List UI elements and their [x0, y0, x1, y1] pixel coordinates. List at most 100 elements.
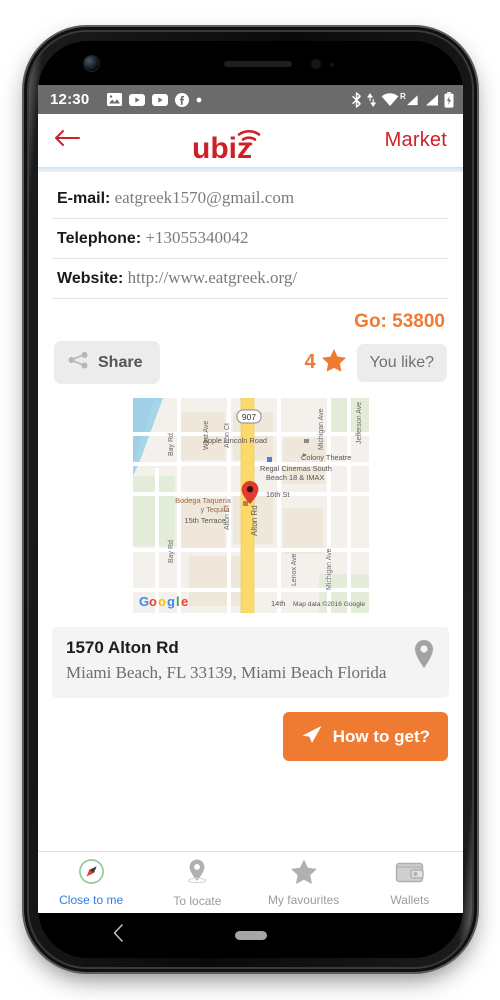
home-pill-icon[interactable]: [234, 931, 267, 940]
status-bar: 12:30 R: [38, 85, 463, 114]
contact-row-website[interactable]: Website: http://www.eatgreek.org/: [52, 259, 449, 299]
logo-text: ubiz: [192, 132, 252, 161]
dot-icon: [196, 97, 202, 103]
go-counter: Go: 53800: [354, 311, 445, 332]
detail-content: E-mail: eatgreek1570@gmail.com Telephone…: [38, 172, 463, 913]
address-card: 1570 Alton Rd Miami Beach, FL 33139, Mia…: [52, 627, 449, 699]
telephone-label: Telephone:: [57, 230, 142, 247]
svg-text:907: 907: [241, 412, 255, 422]
how-to-get-button[interactable]: How to get?: [282, 712, 448, 762]
status-bar-right: R: [351, 91, 454, 108]
signal-icon: [424, 93, 439, 107]
map-thumbnail[interactable]: 907 West Ave Alton Ct Alton Ct Bay Rd Ba…: [132, 398, 369, 613]
tab-label-wallets: Wallets: [390, 892, 430, 907]
status-bar-clock: 12:30: [50, 91, 90, 108]
svg-text:G: G: [139, 594, 149, 609]
address-subtitle: Miami Beach, FL 33139, Miami Beach Flori…: [66, 663, 387, 682]
svg-text:Bay Rd: Bay Rd: [168, 540, 175, 563]
svg-text:Michigan Ave: Michigan Ave: [318, 408, 325, 450]
email-value[interactable]: eatgreek1570@gmail.com: [115, 188, 294, 207]
wifi-icon: [381, 92, 399, 107]
how-to-get-row: How to get?: [52, 698, 449, 762]
svg-text:Bay Rd: Bay Rd: [168, 433, 175, 456]
google-watermark: G o o g l e: [139, 594, 188, 609]
svg-text:l: l: [176, 594, 180, 609]
contact-info-card: E-mail: eatgreek1570@gmail.com Telephone…: [52, 172, 449, 299]
youtube-icon: [152, 93, 169, 106]
action-row: Share 4 You like?: [52, 337, 449, 384]
star-icon: [321, 348, 347, 378]
svg-text:Lenox Ave: Lenox Ave: [291, 553, 298, 586]
svg-text:16th St: 16th St: [266, 490, 289, 499]
svg-text:Alton Rd: Alton Rd: [250, 505, 259, 536]
contact-row-email[interactable]: E-mail: eatgreek1570@gmail.com: [52, 179, 449, 219]
telephone-value[interactable]: +13055340042: [145, 228, 248, 247]
share-icon: [68, 351, 89, 374]
bottom-tab-bar: Close to me To locate My favourites Wall…: [38, 851, 463, 913]
chevron-left-icon[interactable]: [111, 923, 127, 948]
share-label: Share: [98, 353, 143, 371]
highway-shield: 907: [236, 409, 261, 424]
proximity-sensor-icon: [311, 59, 321, 69]
app-screen: 12:30 R ubiz Market E-mail: eatgreek1570…: [38, 85, 463, 913]
svg-text:Jefferson Ave: Jefferson Ave: [356, 402, 363, 444]
tab-to-locate[interactable]: To locate: [144, 852, 250, 913]
svg-text:y Tequila: y Tequila: [200, 505, 230, 514]
image-icon: [107, 93, 123, 106]
svg-text:Apple Lincoln Road: Apple Lincoln Road: [202, 436, 266, 445]
location-pin-icon: [413, 639, 435, 674]
svg-text:Colony Theatre: Colony Theatre: [301, 453, 351, 462]
tab-label-to-locate: To locate: [173, 893, 222, 908]
you-like-button[interactable]: You like?: [356, 343, 447, 382]
svg-text:15th Terrace: 15th Terrace: [184, 516, 225, 525]
market-button[interactable]: Market: [385, 129, 447, 152]
svg-text:Bodega Taqueria: Bodega Taqueria: [175, 496, 232, 505]
youtube-icon: [129, 93, 146, 106]
roaming-label: R: [400, 91, 406, 101]
svg-text:Michigan Ave: Michigan Ave: [326, 548, 333, 590]
status-bar-left: 12:30: [50, 91, 351, 108]
tab-label-close-to-me: Close to me: [59, 893, 124, 907]
device-top-hardware: [38, 41, 463, 85]
svg-text:o: o: [149, 594, 157, 609]
how-to-get-label: How to get?: [332, 726, 430, 746]
svg-text:Regal Cinemas South: Regal Cinemas South: [260, 464, 332, 473]
android-navigation-bar: [38, 913, 463, 958]
bluetooth-icon: [351, 91, 362, 108]
star-icon: [290, 858, 318, 890]
map-attribution: Map data ©2016 Google: [293, 600, 365, 608]
svg-text:14th: 14th: [271, 599, 285, 608]
website-label: Website:: [57, 270, 124, 287]
compass-icon: [78, 858, 105, 890]
svg-text:o: o: [158, 594, 166, 609]
phone-screen-area: 12:30 R ubiz Market E-mail: eatgreek1570…: [38, 41, 463, 958]
facebook-icon: [175, 92, 190, 107]
email-label: E-mail:: [57, 190, 111, 207]
address-title: 1570 Alton Rd: [66, 638, 179, 657]
svg-text:Beach 18 & IMAX: Beach 18 & IMAX: [266, 473, 324, 482]
svg-text:e: e: [181, 594, 188, 609]
location-pin-icon: [184, 858, 210, 891]
battery-icon: [444, 91, 454, 108]
rating-group: 4 You like?: [304, 343, 447, 382]
app-logo[interactable]: ubiz: [84, 121, 385, 161]
wallet-icon: [395, 859, 425, 890]
share-button[interactable]: Share: [54, 341, 161, 384]
light-sensor-icon: [330, 63, 334, 67]
rating-value: 4: [304, 351, 316, 373]
data-transfer-icon: [367, 92, 376, 108]
tab-my-favourites[interactable]: My favourites: [251, 852, 357, 913]
earpiece-speaker: [224, 61, 292, 67]
roaming-signal-icon: R: [400, 92, 419, 107]
phone-frame: 12:30 R ubiz Market E-mail: eatgreek1570…: [29, 32, 472, 967]
tab-wallets[interactable]: Wallets: [357, 852, 463, 913]
contact-row-telephone[interactable]: Telephone: +13055340042: [52, 219, 449, 259]
front-camera-icon: [84, 56, 99, 71]
poi-marker: [266, 457, 272, 462]
svg-text:g: g: [167, 594, 175, 609]
app-bar: ubiz Market: [38, 114, 463, 167]
website-value[interactable]: http://www.eatgreek.org/: [128, 268, 298, 287]
tab-label-my-favourites: My favourites: [267, 893, 340, 907]
back-button[interactable]: [54, 128, 84, 153]
tab-close-to-me[interactable]: Close to me: [38, 852, 144, 913]
